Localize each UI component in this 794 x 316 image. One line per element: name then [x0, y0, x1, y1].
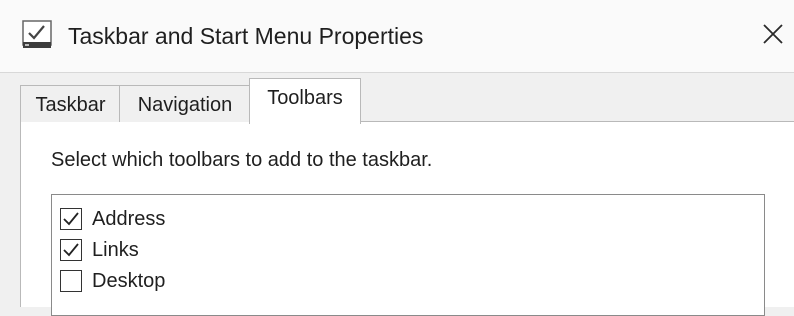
address-label: Address: [92, 207, 166, 230]
dialog-content: Taskbar Navigation Toolbars Select which…: [0, 73, 794, 316]
checkmark-icon: [63, 212, 79, 226]
taskbar-properties-icon: [22, 20, 52, 50]
toolbars-list[interactable]: Address Links Desktop: [51, 194, 765, 316]
checkmark-icon: [63, 243, 79, 257]
close-button[interactable]: [752, 16, 794, 56]
instruction-text: Select which toolbars to add to the task…: [51, 149, 433, 171]
close-icon: [762, 23, 784, 50]
desktop-checkbox[interactable]: [60, 270, 82, 292]
toolbar-item-address[interactable]: Address: [60, 205, 165, 233]
tab-taskbar[interactable]: Taskbar: [20, 85, 121, 124]
tab-navigation[interactable]: Navigation: [119, 85, 251, 124]
address-checkbox[interactable]: [60, 208, 82, 230]
links-label: Links: [92, 238, 139, 261]
tab-label: Toolbars: [267, 87, 343, 109]
title-bar: Taskbar and Start Menu Properties: [0, 0, 794, 73]
tab-label: Navigation: [137, 94, 233, 116]
toolbars-panel: Select which toolbars to add to the task…: [20, 122, 794, 316]
desktop-label: Desktop: [92, 269, 166, 292]
toolbar-item-links[interactable]: Links: [60, 236, 139, 264]
tab-toolbars[interactable]: Toolbars: [249, 78, 361, 124]
links-checkbox[interactable]: [60, 239, 82, 261]
window-title: Taskbar and Start Menu Properties: [68, 23, 424, 49]
tab-label: Taskbar: [35, 94, 106, 116]
toolbar-item-desktop[interactable]: Desktop: [60, 267, 165, 295]
